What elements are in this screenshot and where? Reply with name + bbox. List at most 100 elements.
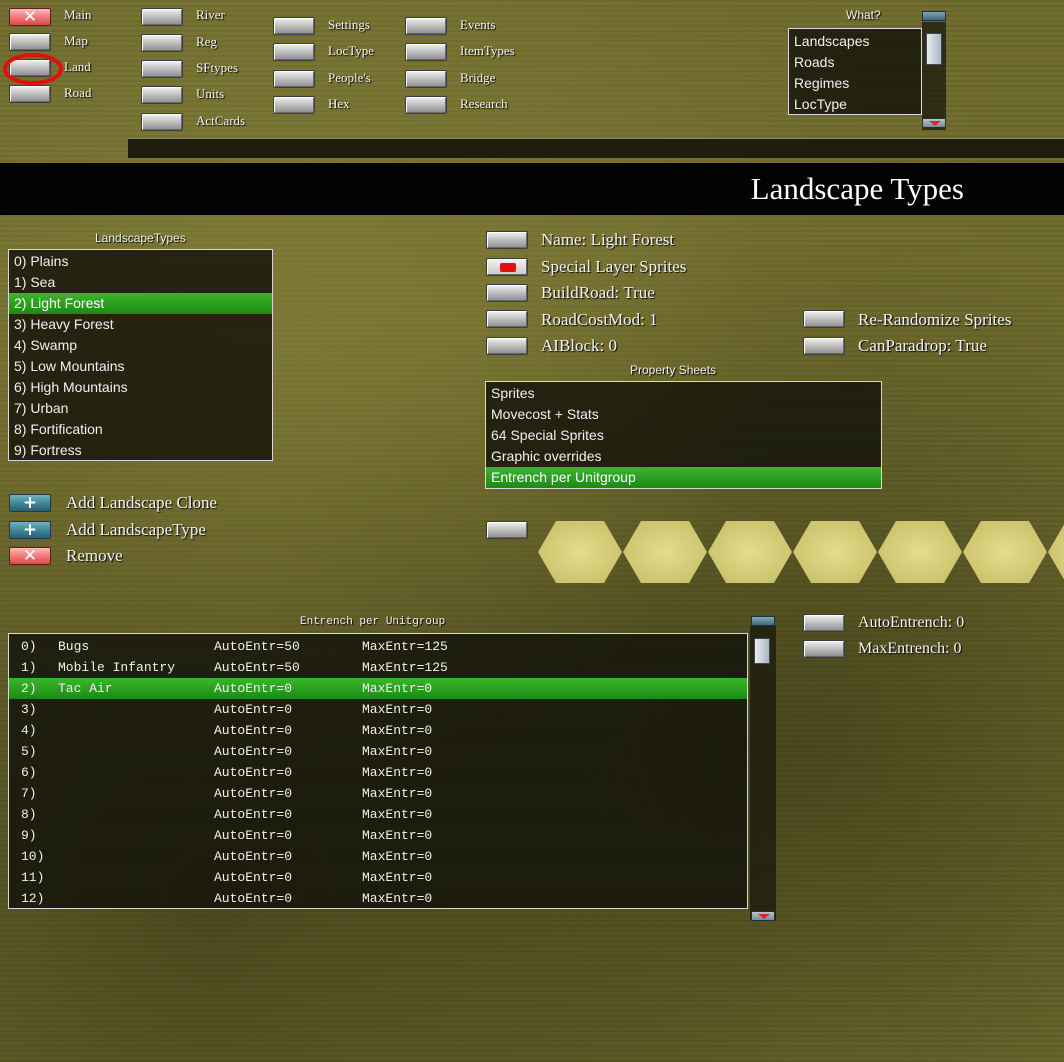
page-title: Landscape Types <box>750 171 964 206</box>
maxentrench-button[interactable] <box>803 640 845 658</box>
row-auto: AutoEntr=0 <box>214 786 293 801</box>
add-landscape-clone-button[interactable]: + <box>9 494 51 512</box>
table-row[interactable]: 7) AutoEntr=0 MaxEntr=0 <box>9 783 747 804</box>
canparadrop-label: CanParadrop: True <box>858 336 987 355</box>
add-landscapetype-label: Add LandscapeType <box>66 520 206 539</box>
aiblock-button[interactable] <box>486 337 528 355</box>
landscape-item[interactable]: 7) Urban <box>9 398 272 419</box>
row-id: 5) <box>21 744 37 759</box>
landscape-list[interactable]: 0) Plains 1) Sea 2) Light Forest 3) Heav… <box>8 249 273 461</box>
table-row[interactable]: 6) AutoEntr=0 MaxEntr=0 <box>9 762 747 783</box>
table-row[interactable]: 12) AutoEntr=0 MaxEntr=0 <box>9 888 747 908</box>
hex-tile <box>793 521 877 583</box>
itemtypes-label: ItemTypes <box>460 43 515 58</box>
what-list[interactable]: Landscapes Roads Regimes LocType <box>788 28 922 115</box>
autoentrench-button[interactable] <box>803 614 845 632</box>
landscape-item[interactable]: 6) High Mountains <box>9 377 272 398</box>
row-id: 6) <box>21 765 37 780</box>
what-scroll-up-arrow[interactable] <box>922 11 946 21</box>
what-item-loctype[interactable]: LocType <box>789 94 921 114</box>
what-scroll-thumb[interactable] <box>926 33 942 65</box>
table-row[interactable]: 9) AutoEntr=0 MaxEntr=0 <box>9 825 747 846</box>
buildroad-button[interactable] <box>486 284 528 302</box>
landscape-item[interactable]: 8) Fortification <box>9 419 272 440</box>
main-button[interactable]: ✕ <box>9 8 51 26</box>
row-id: 0) <box>21 639 37 654</box>
events-button[interactable] <box>405 17 447 35</box>
row-id: 11) <box>21 870 45 885</box>
entrench-scroll-thumb[interactable] <box>754 638 770 664</box>
row-auto: AutoEntr=0 <box>214 891 293 906</box>
units-label: Units <box>196 86 225 101</box>
what-item-roads[interactable]: Roads <box>789 52 921 73</box>
entrench-table[interactable]: 0) Bugs AutoEntr=50 MaxEntr=125 1) Mobile In… <box>8 633 748 909</box>
landscape-item[interactable]: 5) Low Mountains <box>9 356 272 377</box>
bridge-button[interactable] <box>405 70 447 88</box>
reg-button[interactable] <box>141 34 183 52</box>
row-auto: AutoEntr=0 <box>214 870 293 885</box>
special-layer-sprites-button[interactable] <box>486 258 528 276</box>
what-item-regimes[interactable]: Regimes <box>789 73 921 94</box>
actcards-button[interactable] <box>141 113 183 131</box>
row-auto: AutoEntr=50 <box>214 639 300 654</box>
row-max: MaxEntr=125 <box>362 639 448 654</box>
close-icon: ✕ <box>22 7 38 27</box>
what-item-landscapes[interactable]: Landscapes <box>789 31 921 52</box>
landscape-item[interactable]: 1) Sea <box>9 272 272 293</box>
loctype-button[interactable] <box>273 43 315 61</box>
what-scroll-down-arrow[interactable] <box>922 118 946 128</box>
add-landscapetype-button[interactable]: + <box>9 521 51 539</box>
property-sheet-item[interactable]: Graphic overrides <box>486 446 881 467</box>
road-button[interactable] <box>9 85 51 103</box>
units-button[interactable] <box>141 86 183 104</box>
remove-button[interactable]: ✕ <box>9 547 51 565</box>
row-id: 1) <box>21 660 37 675</box>
hex-preview-button[interactable] <box>486 521 528 539</box>
table-row[interactable]: 1) Mobile Infantry AutoEntr=50 MaxEntr=125 <box>9 657 747 678</box>
row-id: 2) <box>21 681 37 696</box>
entrench-scroll-down-arrow[interactable] <box>751 911 775 921</box>
canparadrop-button[interactable] <box>803 337 845 355</box>
roadcostmod-label: RoadCostMod: 1 <box>541 310 658 329</box>
landscape-item[interactable]: 0) Plains <box>9 251 272 272</box>
property-sheet-item[interactable]: Sprites <box>486 383 881 404</box>
landscape-item[interactable]: 3) Heavy Forest <box>9 314 272 335</box>
hex-button[interactable] <box>273 96 315 114</box>
row-name: Mobile Infantry <box>58 660 176 675</box>
itemtypes-button[interactable] <box>405 43 447 61</box>
row-auto: AutoEntr=50 <box>214 660 300 675</box>
table-row[interactable]: 0) Bugs AutoEntr=50 MaxEntr=125 <box>9 636 747 657</box>
table-row[interactable]: 8) AutoEntr=0 MaxEntr=0 <box>9 804 747 825</box>
name-button[interactable] <box>486 231 528 249</box>
landscape-item[interactable]: 4) Swamp <box>9 335 272 356</box>
row-auto: AutoEntr=0 <box>214 702 293 717</box>
property-sheet-item-selected[interactable]: Entrench per Unitgroup <box>486 467 881 488</box>
landscape-item-selected[interactable]: 2) Light Forest <box>9 293 272 314</box>
roadcostmod-button[interactable] <box>486 310 528 328</box>
property-sheet-item[interactable]: 64 Special Sprites <box>486 425 881 446</box>
row-max: MaxEntr=0 <box>362 681 433 696</box>
settings-button[interactable] <box>273 17 315 35</box>
table-row[interactable]: 5) AutoEntr=0 MaxEntr=0 <box>9 741 747 762</box>
table-row[interactable]: 11) AutoEntr=0 MaxEntr=0 <box>9 867 747 888</box>
entrench-scroll-up-arrow[interactable] <box>751 616 775 626</box>
property-sheets-list[interactable]: Sprites Movecost + Stats 64 Special Spri… <box>485 381 882 489</box>
table-row[interactable]: 10) AutoEntr=0 MaxEntr=0 <box>9 846 747 867</box>
remove-label: Remove <box>66 546 123 565</box>
road-label: Road <box>64 85 92 100</box>
sftypes-button[interactable] <box>141 60 183 78</box>
river-button[interactable] <box>141 8 183 26</box>
table-row[interactable]: 4) AutoEntr=0 MaxEntr=0 <box>9 720 747 741</box>
research-button[interactable] <box>405 96 447 114</box>
table-row[interactable]: 3) AutoEntr=0 MaxEntr=0 <box>9 699 747 720</box>
entrench-scrollbar[interactable] <box>750 626 776 920</box>
re-randomize-button[interactable] <box>803 310 845 328</box>
aiblock-label: AIBlock: 0 <box>541 336 618 355</box>
table-row-selected[interactable]: 2) Tac Air AutoEntr=0 MaxEntr=0 <box>9 678 747 699</box>
peoples-button[interactable] <box>273 70 315 88</box>
row-name: Bugs <box>58 639 90 654</box>
property-sheet-item[interactable]: Movecost + Stats <box>486 404 881 425</box>
landscape-item[interactable]: 9) Fortress <box>9 440 272 460</box>
map-button[interactable] <box>9 33 51 51</box>
row-id: 9) <box>21 828 37 843</box>
